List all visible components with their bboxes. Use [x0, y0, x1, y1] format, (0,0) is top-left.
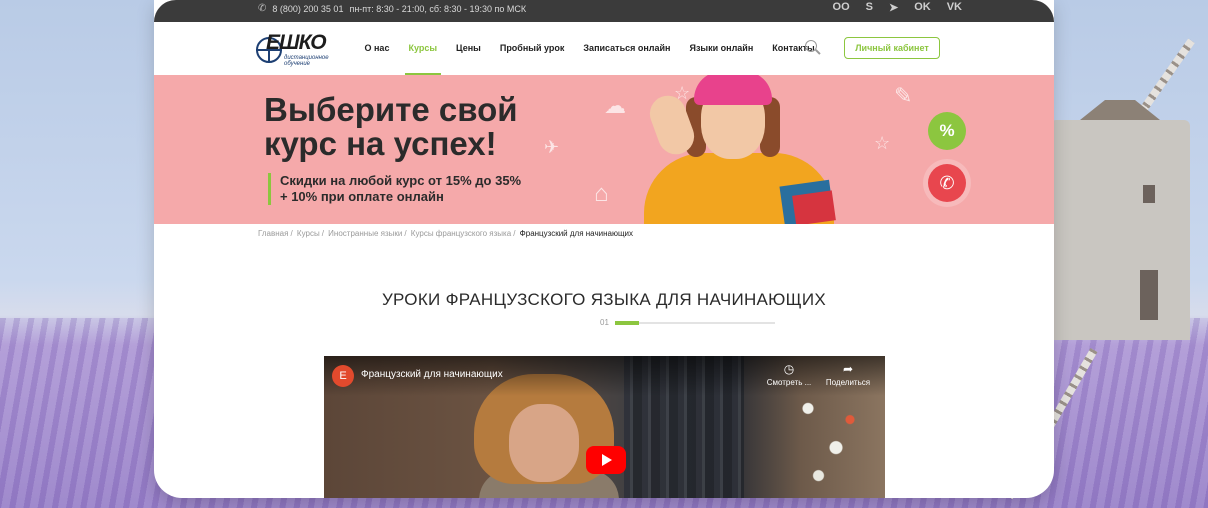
work-hours: пн-пт: 8:30 - 21:00, сб: 8:30 - 19:30 по…	[349, 3, 527, 14]
share-button[interactable]: ➦ Поделиться	[820, 362, 876, 387]
vk-icon[interactable]: VK	[947, 1, 962, 14]
phone-icon: ✆	[939, 173, 955, 193]
section-progress: 01	[600, 318, 775, 327]
logo-subtitle: дистанционное обучение	[284, 55, 329, 67]
discount-badge[interactable]: %	[928, 112, 966, 150]
nav-item-languages-online[interactable]: Языки онлайн	[680, 22, 763, 75]
nav-item-trial-lesson[interactable]: Пробный урок	[490, 22, 574, 75]
contact-info: ✆ 8 (800) 200 35 01 пн-пт: 8:30 - 21:00,…	[258, 3, 526, 14]
windmill	[1050, 120, 1190, 340]
windmill-window	[1143, 185, 1155, 203]
nav-item-prices[interactable]: Цены	[447, 22, 491, 75]
play-button[interactable]	[586, 446, 626, 474]
promo-line1: Скидки на любой курс от 15% до 35%	[280, 173, 522, 188]
odnoklassniki-glasses-icon[interactable]: OO	[833, 1, 850, 14]
banner-photo-girl	[634, 75, 844, 224]
breadcrumb-french-courses[interactable]: Курсы французского языка	[411, 229, 511, 238]
telegram-icon[interactable]: ➤	[889, 1, 898, 14]
banner-title-line1: Выберите свой	[264, 91, 518, 128]
abc-doodle-icon: ☁	[604, 93, 626, 118]
video-title[interactable]: Французский для начинающих	[361, 369, 503, 380]
social-links: OO S ➤ OK VK	[833, 1, 962, 14]
channel-avatar[interactable]: E	[332, 365, 354, 387]
skype-icon[interactable]: S	[866, 1, 873, 14]
progress-track	[614, 320, 775, 325]
site-header: ЕШКО дистанционное обучение О нас Курсы …	[154, 22, 1054, 75]
clock-icon: ◷	[783, 362, 795, 376]
banner-promo: Скидки на любой курс от 15% до 35% + 10%…	[268, 173, 521, 205]
nav-item-courses[interactable]: Курсы	[399, 22, 447, 75]
main-nav: О нас Курсы Цены Пробный урок Записаться…	[355, 22, 824, 75]
share-icon: ➦	[842, 362, 854, 376]
share-label: Поделиться	[825, 378, 871, 387]
personal-account-button[interactable]: Личный кабинет	[844, 37, 940, 59]
browser-window: ✆ 8 (800) 200 35 01 пн-пт: 8:30 - 21:00,…	[154, 0, 1054, 498]
graduation-cap-doodle-icon: ⌂	[594, 180, 609, 207]
search-icon[interactable]	[805, 40, 821, 56]
banner-title: Выберите свой курс на успех!	[264, 93, 564, 161]
site-logo[interactable]: ЕШКО дистанционное обучение	[256, 31, 338, 67]
ok-icon[interactable]: OK	[914, 1, 931, 14]
pencil-doodle-icon: ✎	[894, 83, 913, 108]
breadcrumb-current: Французский для начинающих	[519, 229, 634, 238]
nav-item-about[interactable]: О нас	[355, 22, 399, 75]
breadcrumb-courses[interactable]: Курсы	[297, 229, 320, 238]
breadcrumb: Главная / Курсы / Иностранные языки / Курсы…	[258, 229, 634, 238]
banner-title-line2: курс на успех!	[264, 125, 497, 162]
watch-later-label: Смотреть ...	[766, 378, 812, 387]
breadcrumb-foreign-languages[interactable]: Иностранные языки	[328, 229, 402, 238]
promo-banner[interactable]: ☁ ✈ ⌂ ☆ ☆ ✎ Выберите свой курс на успех!…	[154, 75, 1054, 224]
video-flowers	[794, 386, 864, 498]
progress-fill	[614, 320, 639, 325]
top-bar: ✆ 8 (800) 200 35 01 пн-пт: 8:30 - 21:00,…	[154, 0, 1054, 22]
breadcrumb-home[interactable]: Главная	[258, 229, 288, 238]
promo-line2: + 10% при оплате онлайн	[280, 189, 444, 204]
step-number: 01	[600, 318, 609, 327]
watch-later-button[interactable]: ◷ Смотреть ...	[761, 362, 817, 387]
phone-number[interactable]: 8 (800) 200 35 01	[272, 4, 343, 14]
phone-icon: ✆	[258, 3, 267, 14]
youtube-video-player[interactable]: E Французский для начинающих ◷ Смотреть …	[324, 356, 885, 498]
nav-item-enroll-online[interactable]: Записаться онлайн	[574, 22, 680, 75]
page-title: УРОКИ ФРАНЦУЗСКОГО ЯЗЫКА ДЛЯ НАЧИНАЮЩИХ	[381, 290, 827, 309]
callback-button[interactable]: ✆	[928, 164, 966, 202]
windmill-door	[1140, 270, 1158, 320]
star-doodle-icon: ☆	[874, 133, 891, 153]
logo-word: ЕШКО	[266, 31, 327, 54]
